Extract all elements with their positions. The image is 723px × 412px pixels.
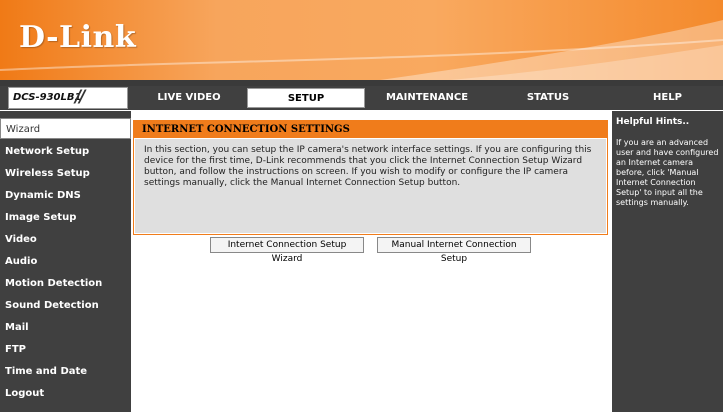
sidebar-item-ftp[interactable]: FTP [0,339,131,360]
sidebar-item-sound-detection[interactable]: Sound Detection [0,295,131,316]
sidebar: Wizard Network Setup Wireless Setup Dyna… [0,111,131,412]
tab-setup[interactable]: SETUP [247,88,365,108]
model-label: DCS-930LB1 // [8,87,128,109]
sidebar-item-video[interactable]: Video [0,229,131,250]
model-name: DCS-930LB1 [13,92,82,103]
brand-logo: D-Link [19,20,137,55]
manual-internet-connection-setup-button[interactable]: Manual Internet Connection Setup [377,237,531,264]
sidebar-item-network-setup[interactable]: Network Setup [0,141,131,162]
sidebar-item-audio[interactable]: Audio [0,251,131,272]
sidebar-item-motion-detection[interactable]: Motion Detection [0,273,131,294]
sidebar-item-wizard[interactable]: Wizard [0,118,131,139]
tab-maintenance[interactable]: MAINTENANCE [367,88,487,108]
sidebar-item-dynamic-dns[interactable]: Dynamic DNS [0,185,131,206]
panel-title: INTERNET CONNECTION SETTINGS [134,121,607,138]
tab-status[interactable]: STATUS [489,88,607,108]
panel-description: In this section, you can setup the IP ca… [144,145,592,188]
tab-live-video[interactable]: LIVE VIDEO [133,88,245,108]
internet-connection-panel: INTERNET CONNECTION SETTINGS In this sec… [133,120,608,235]
panel-body: In this section, you can setup the IP ca… [135,139,606,233]
sidebar-item-time-and-date[interactable]: Time and Date [0,361,131,382]
internet-connection-setup-wizard-button[interactable]: Internet Connection Setup Wizard [210,237,364,264]
helpful-hints-panel: Helpful Hints.. If you are an advanced u… [612,111,723,412]
model-slash-decoration: // [75,87,86,107]
hints-title: Helpful Hints.. [616,117,690,127]
sidebar-item-wireless-setup[interactable]: Wireless Setup [0,163,131,184]
sidebar-item-image-setup[interactable]: Image Setup [0,207,131,228]
tab-help[interactable]: HELP [612,88,723,108]
hints-text: If you are an advanced user and have con… [616,138,719,207]
sidebar-item-mail[interactable]: Mail [0,317,131,338]
header-banner: D-Link [0,0,723,80]
sidebar-item-logout[interactable]: Logout [0,383,131,404]
